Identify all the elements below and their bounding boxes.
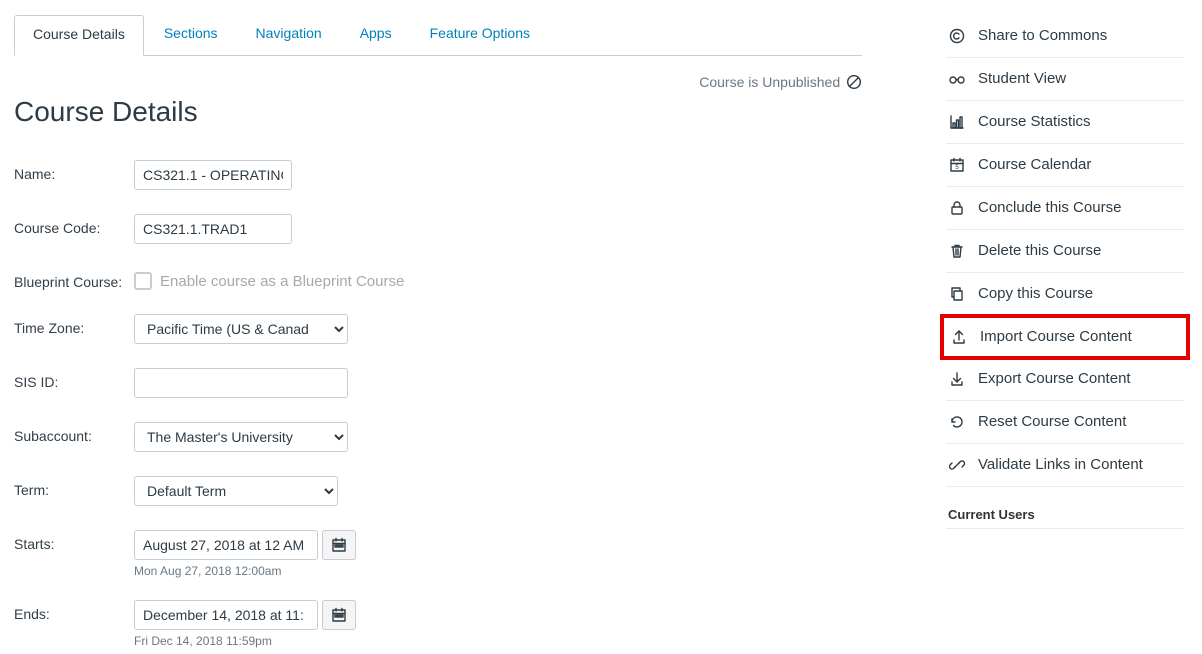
blueprint-checkbox-label: Enable course as a Blueprint Course [160,273,404,290]
stats-icon [948,113,966,131]
label-ends: Ends: [14,600,134,622]
sidebar-item-reset-content[interactable]: Reset Course Content [946,401,1184,444]
sidebar-item-share-commons[interactable]: Share to Commons [946,15,1184,58]
copy-icon [948,285,966,303]
course-name-input[interactable] [134,160,292,190]
sidebar-item-label: Reset Course Content [978,413,1126,431]
tab-feature-options[interactable]: Feature Options [412,15,548,55]
sidebar-item-label: Import Course Content [980,328,1132,346]
sidebar-item-label: Copy this Course [978,285,1093,303]
eyeglasses-icon [948,70,966,88]
reset-icon [948,413,966,431]
sidebar-item-label: Course Statistics [978,113,1091,131]
publish-status-text: Course is Unpublished [699,74,840,90]
label-term: Term: [14,476,134,498]
tab-bar: Course Details Sections Navigation Apps … [14,15,862,56]
label-name: Name: [14,160,134,182]
sidebar-item-label: Conclude this Course [978,199,1121,217]
ends-input[interactable] [134,600,318,630]
current-users-heading: Current Users [946,487,1184,529]
label-subaccount: Subaccount: [14,422,134,444]
ends-calendar-button[interactable] [322,600,356,630]
calendar-icon [331,537,347,553]
tab-sections[interactable]: Sections [146,15,236,55]
starts-input[interactable] [134,530,318,560]
upload-icon [950,328,968,346]
course-code-input[interactable] [134,214,292,244]
sidebar-item-label: Validate Links in Content [978,456,1143,474]
sidebar-item-label: Export Course Content [978,370,1131,388]
starts-helper: Mon Aug 27, 2018 12:00am [134,564,356,578]
unpublished-icon [846,74,862,90]
tab-apps[interactable]: Apps [342,15,410,55]
publish-status: Course is Unpublished [14,74,862,90]
sidebar-item-validate-links[interactable]: Validate Links in Content [946,444,1184,487]
starts-calendar-button[interactable] [322,530,356,560]
sidebar-item-course-statistics[interactable]: Course Statistics [946,101,1184,144]
sidebar-item-label: Share to Commons [978,27,1107,45]
ends-helper: Fri Dec 14, 2018 11:59pm [134,634,356,648]
sisid-input[interactable] [134,368,348,398]
sidebar-item-student-view[interactable]: Student View [946,58,1184,101]
label-blueprint: Blueprint Course: [14,268,134,290]
blueprint-checkbox[interactable] [134,272,152,290]
tab-course-details[interactable]: Course Details [14,15,144,56]
sidebar-item-copy-course[interactable]: Copy this Course [946,273,1184,316]
sidebar-item-conclude-course[interactable]: Conclude this Course [946,187,1184,230]
sidebar-item-label: Delete this Course [978,242,1101,260]
link-icon [948,456,966,474]
sidebar-item-delete-course[interactable]: Delete this Course [946,230,1184,273]
sidebar-item-import-content[interactable]: Import Course Content [940,314,1190,360]
sidebar-item-course-calendar[interactable]: 5 Course Calendar [946,144,1184,187]
calendar-icon [331,607,347,623]
commons-icon [948,27,966,45]
term-select[interactable]: Default Term [134,476,338,506]
sidebar-item-label: Student View [978,70,1066,88]
label-sisid: SIS ID: [14,368,134,390]
lock-icon [948,199,966,217]
label-starts: Starts: [14,530,134,552]
calendar-icon: 5 [948,156,966,174]
tab-navigation[interactable]: Navigation [238,15,340,55]
trash-icon [948,242,966,260]
label-timezone: Time Zone: [14,314,134,336]
sidebar-item-export-content[interactable]: Export Course Content [946,358,1184,401]
sidebar-item-label: Course Calendar [978,156,1091,174]
subaccount-select[interactable]: The Master's University [134,422,348,452]
svg-text:5: 5 [955,165,959,171]
page-title: Course Details [14,96,862,128]
download-icon [948,370,966,388]
timezone-select[interactable]: Pacific Time (US & Canada) (- [134,314,348,344]
label-code: Course Code: [14,214,134,236]
